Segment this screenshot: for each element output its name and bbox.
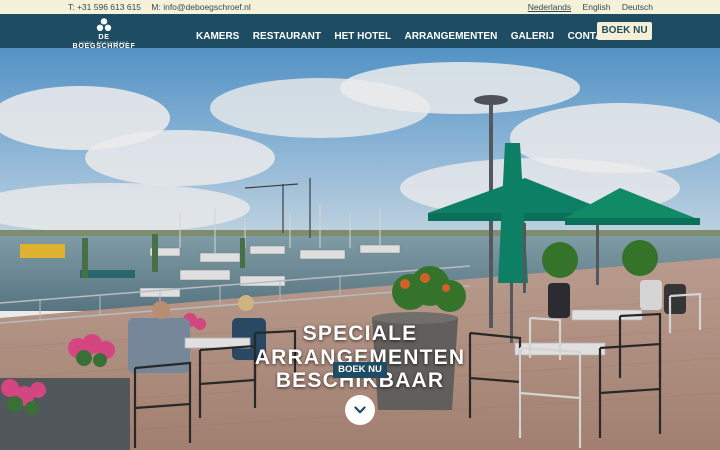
email-link[interactable]: M: info@deboegschroef.nl [151,2,250,12]
hero-section: SPECIALE ARRANGEMENTEN BESCHIKBAAR [0,48,720,450]
brand-tagline: HOTEL RESTAURANT [79,41,129,45]
hero-book-button[interactable]: BOEK NU [333,362,387,378]
nav-het-hotel[interactable]: HET HOTEL [334,31,391,42]
top-bar: T: +31 596 613 615 M: info@deboegschroef… [0,0,720,14]
nav-arrangementen[interactable]: ARRANGEMENTEN [405,31,498,42]
headline-line-1: SPECIALE [302,322,418,345]
scroll-down-button[interactable] [345,395,375,425]
logo[interactable]: DE BOEGSCHROEF HOTEL RESTAURANT [68,17,140,50]
hero-headline: SPECIALE ARRANGEMENTEN BESCHIKBAAR [200,322,520,393]
chevron-down-icon [354,406,366,414]
nav-galerij[interactable]: GALERIJ [511,31,554,42]
propeller-icon [96,18,112,31]
header-book-button[interactable]: BOEK NU [597,22,652,40]
lang-nederlands[interactable]: Nederlands [528,2,571,12]
language-switcher: Nederlands English Deutsch [519,2,653,12]
main-nav: KAMERS RESTAURANT HET HOTEL ARRANGEMENTE… [196,26,625,44]
lang-deutsch[interactable]: Deutsch [622,2,653,12]
lang-english[interactable]: English [583,2,611,12]
nav-restaurant[interactable]: RESTAURANT [253,31,321,42]
phone-link[interactable]: T: +31 596 613 615 [68,2,141,12]
contact-info: T: +31 596 613 615 M: info@deboegschroef… [68,2,259,12]
nav-kamers[interactable]: KAMERS [196,31,239,42]
